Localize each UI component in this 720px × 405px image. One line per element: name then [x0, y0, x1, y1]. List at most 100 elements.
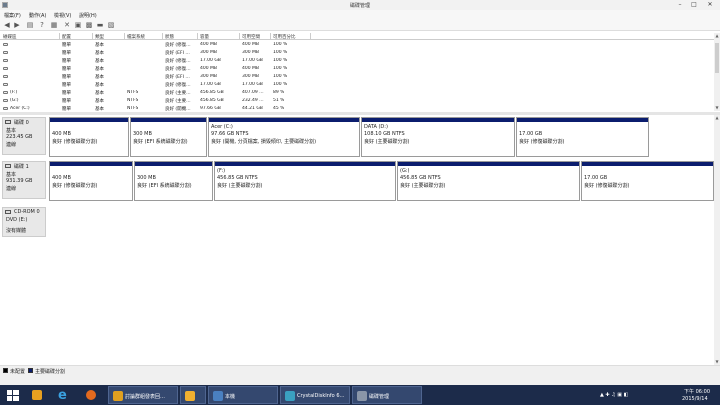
taskbar-button[interactable]: 討論群組發表回… [108, 386, 178, 404]
disk-1-label[interactable]: 磁碟 1 基本 931.39 GB 連線 [2, 161, 46, 199]
taskbar-button[interactable]: 本機 [208, 386, 278, 404]
primary-partition-swatch [28, 368, 33, 373]
header-volume[interactable]: 磁碟區 [3, 34, 17, 40]
cell-free-space: 400 MB [242, 42, 259, 47]
disk-0-partition-recovery-1[interactable]: 400 MB 良好 (修復磁碟分割) [49, 117, 129, 157]
volume-row[interactable]: 簡單 基本 良好 (EFI … 300 MB 300 MB 100 % [0, 73, 714, 80]
scroll-up-icon[interactable]: ▲ [714, 33, 720, 39]
partition-size: 400 MB [52, 175, 71, 181]
cell-layout: 簡單 [62, 107, 71, 111]
back-icon[interactable]: ◀ [3, 21, 11, 29]
partition-status: 良好 (修復磁碟分割) [52, 139, 98, 145]
help-icon[interactable]: ? [38, 21, 46, 29]
header-percent-free[interactable]: 可用百分比 [273, 34, 296, 40]
taskbar-button-label: CrystalDiskInfo 6… [297, 393, 345, 399]
partition-name: (G:) [400, 168, 410, 174]
cell-percent-free: 100 % [273, 58, 288, 63]
volume-row[interactable]: 簡單 基本 良好 (修復… 400 MB 400 MB 100 % [0, 65, 714, 72]
tray-icons[interactable]: ▲ ✚ ♫ ▣ ◧ [600, 392, 628, 398]
cell-capacity: 400 MB [200, 42, 217, 47]
menu-view[interactable]: 檢視(V) [54, 12, 71, 19]
menu-file[interactable]: 檔案(F) [4, 12, 21, 19]
cell-type: 基本 [95, 43, 104, 48]
disk-0-partition-data-d[interactable]: DATA (D:) 108.10 GB NTFS 良好 (主要磁碟分割) [361, 117, 515, 157]
toolbar: ◀ ▶ ▤ ? ▦ ✕ ▣ ▩ ▬ ▧ [0, 19, 720, 31]
clock-time[interactable]: 下午 06:00 [684, 388, 710, 395]
disk-1-partition-f[interactable]: (F:) 456.85 GB NTFS 良好 (主要磁碟分割) [214, 161, 396, 201]
cell-status: 良好 (修復… [165, 83, 191, 88]
disk-1-partition-efi[interactable]: 300 MB 良好 (EFI 系統磁碟分割) [134, 161, 213, 201]
disk-1-partition-recovery-1[interactable]: 400 MB 良好 (修復磁碟分割) [49, 161, 133, 201]
disk-1-partition-g[interactable]: (G:) 456.85 GB NTFS 良好 (主要磁碟分割) [397, 161, 580, 201]
volume-row[interactable]: 簡單 基本 良好 (EFI … 300 MB 300 MB 100 % [0, 49, 714, 56]
cell-free-space: 17.00 GB [242, 82, 263, 87]
volume-row[interactable]: 簡單 基本 良好 (修復… 17.00 GB 17.00 GB 100 % [0, 81, 714, 88]
close-button[interactable]: ✕ [704, 0, 716, 10]
properties-icon[interactable]: ▦ [50, 21, 58, 29]
disk-0-status: 連線 [6, 142, 17, 148]
header-filesystem[interactable]: 檔案系統 [127, 34, 145, 40]
window-title: 磁碟管理 [349, 3, 370, 9]
volume-row[interactable]: 簡單 基本 良好 (修復… 400 MB 400 MB 100 % [0, 41, 714, 48]
volume-row[interactable]: 簡單 基本 良好 (修復… 17.00 GB 17.00 GB 100 % [0, 57, 714, 64]
open-icon[interactable]: ▣ [74, 21, 82, 29]
cell-filesystem: NTFS [127, 98, 139, 103]
menu-help[interactable]: 說明(H) [79, 12, 97, 19]
firefox-icon[interactable] [84, 386, 98, 404]
menu-action[interactable]: 動作(A) [29, 12, 46, 19]
settings-icon[interactable]: ▧ [107, 21, 115, 29]
taskbar-button-label: 討論群組發表回… [125, 394, 166, 400]
partition-status: 良好 (EFI 系統磁碟分割) [133, 139, 188, 145]
cell-status: 良好 (EFI … [165, 51, 190, 56]
partition-status: 良好 (修復磁碟分割) [52, 183, 98, 189]
cell-status: 良好 (修復… [165, 43, 191, 48]
minimize-button[interactable]: – [674, 0, 686, 10]
disk-0-label[interactable]: 磁碟 0 基本 223.45 GB 連線 [2, 117, 46, 155]
header-type[interactable]: 類型 [95, 34, 104, 40]
cell-capacity: 300 MB [200, 74, 217, 79]
volume-row[interactable]: (F:) 簡單 基本 NTFS 良好 (主要… 456.85 GB 407.09 … 89 % [0, 89, 714, 96]
internet-explorer-icon[interactable]: e [57, 386, 71, 404]
disk-icon[interactable]: ▬ [96, 21, 104, 29]
unallocated-swatch [3, 368, 8, 373]
legend-primary-partition: 主要磁碟分割 [35, 369, 66, 375]
taskbar-button[interactable]: CrystalDiskInfo 6… [280, 386, 350, 404]
cell-type: 基本 [95, 107, 104, 111]
disk-0-partition-efi[interactable]: 300 MB 良好 (EFI 系統磁碟分割) [130, 117, 207, 157]
forward-icon[interactable]: ▶ [13, 21, 21, 29]
clock-date[interactable]: 2015/9/14 [682, 396, 708, 402]
header-free-space[interactable]: 可用空間 [242, 34, 260, 40]
volume-icon [3, 83, 8, 86]
partition-size: 456.85 GB NTFS [400, 175, 441, 181]
pinned-app-icon[interactable] [30, 386, 44, 404]
scroll-down-icon[interactable]: ▼ [714, 105, 720, 111]
partition-size: 17.00 GB [584, 175, 608, 181]
taskbar-button[interactable]: 磁碟管理 [352, 386, 422, 404]
disk-0-partition-acer-c[interactable]: Acer (C:) 97.66 GB NTFS 良好 (開機, 分頁檔案, 損毀… [208, 117, 360, 157]
graphical-view-scrollbar[interactable]: ▲ ▼ [714, 115, 720, 365]
cell-percent-free: 100 % [273, 50, 288, 55]
header-capacity[interactable]: 容量 [200, 34, 209, 40]
header-layout[interactable]: 配置 [62, 34, 71, 40]
volume-row[interactable]: Acer (C:) 簡單 基本 NTFS 良好 (開機… 97.66 GB 44.21 GB… [0, 105, 714, 111]
disk-0-partition-recovery-2[interactable]: 17.00 GB 良好 (修復磁碟分割) [516, 117, 649, 157]
cell-layout: 簡單 [62, 59, 71, 64]
explore-icon[interactable]: ▩ [85, 21, 93, 29]
taskbar-button[interactable] [180, 386, 206, 404]
volume-list-scrollbar[interactable]: ▲ ▼ [714, 33, 720, 111]
disk-1-partition-recovery-2[interactable]: 17.00 GB 良好 (修復磁碟分割) [581, 161, 714, 201]
volume-row[interactable]: (G:) 簡單 基本 NTFS 良好 (主要… 456.85 GB 232.49 … 51 % [0, 97, 714, 104]
delete-icon[interactable]: ✕ [63, 21, 71, 29]
header-status[interactable]: 狀態 [165, 34, 174, 40]
volume-icon [3, 99, 8, 102]
partition-status: 良好 (修復磁碟分割) [519, 139, 565, 145]
scroll-up-icon[interactable]: ▲ [714, 115, 720, 121]
maximize-button[interactable]: □ [688, 0, 700, 10]
cell-filesystem: NTFS [127, 106, 139, 111]
scroll-thumb[interactable] [715, 43, 719, 73]
cdrom-0-label[interactable]: CD-ROM 0 DVD (E:) 沒有媒體 [2, 207, 46, 237]
start-button[interactable] [6, 386, 20, 404]
volume-list-icon[interactable]: ▤ [26, 21, 34, 29]
cell-layout: 簡單 [62, 83, 71, 88]
partition-size: 400 MB [52, 131, 71, 137]
